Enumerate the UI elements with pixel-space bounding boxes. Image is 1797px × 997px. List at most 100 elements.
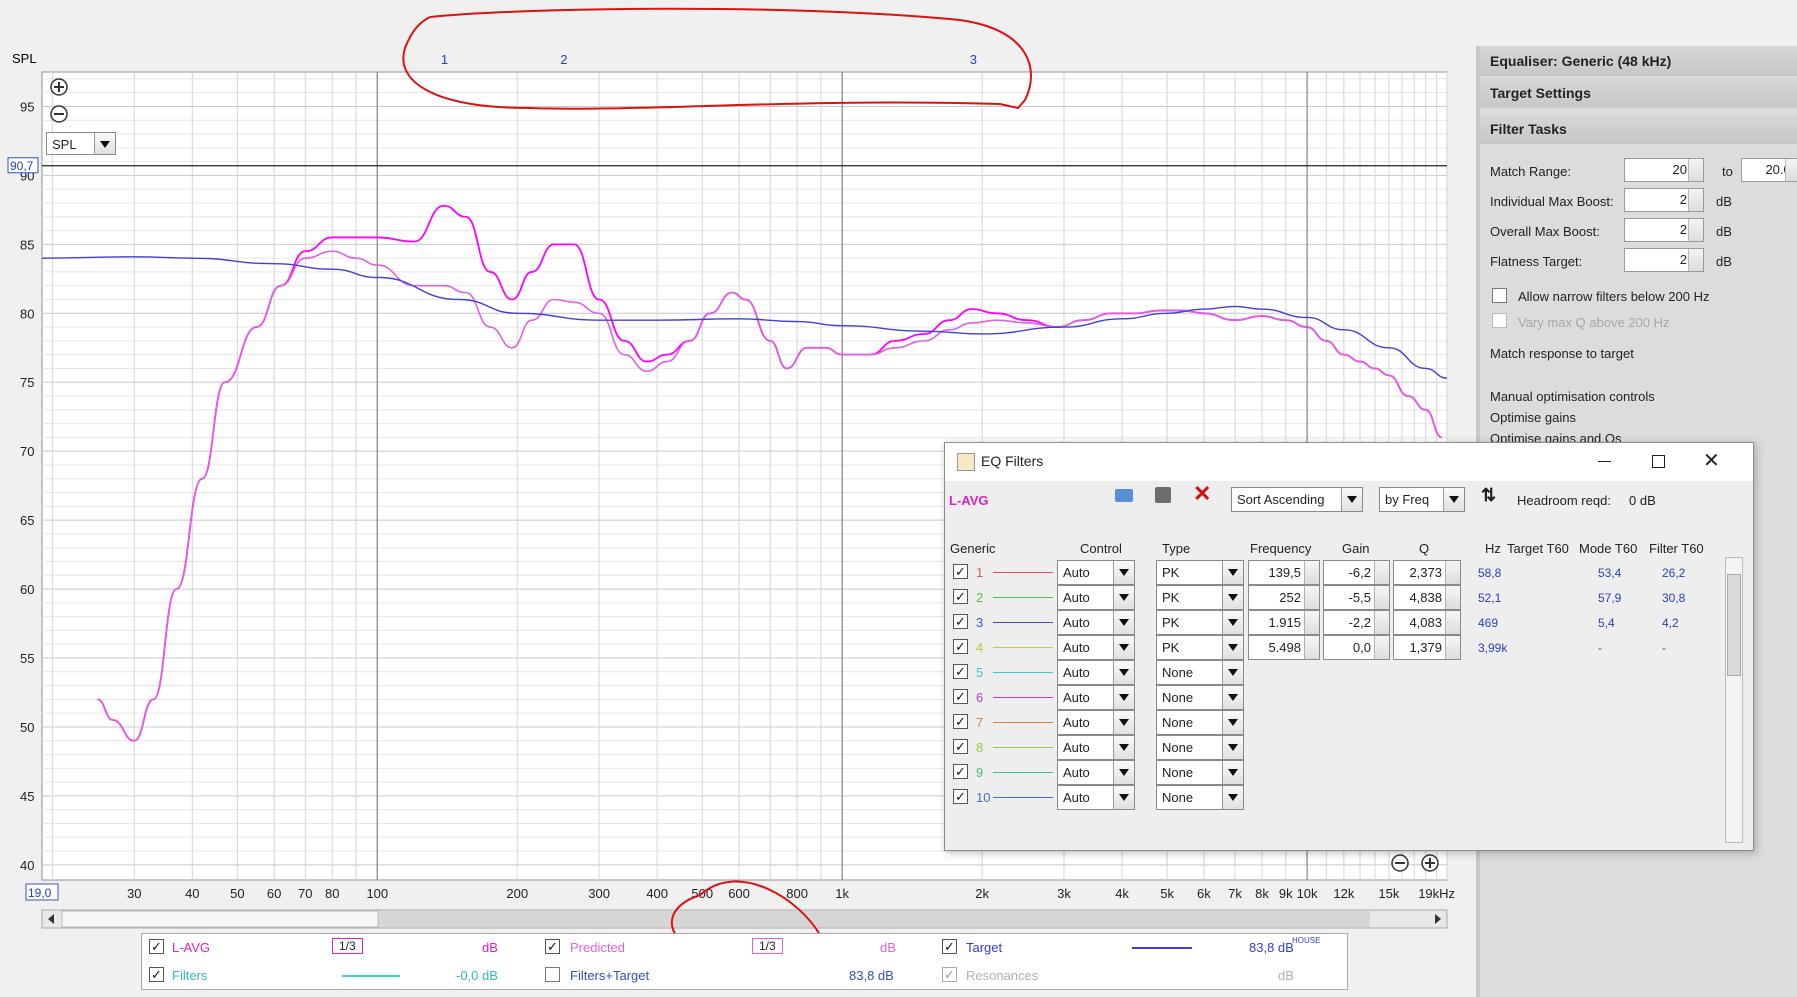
zoom-in-x-icon[interactable] — [1421, 854, 1439, 872]
sort-order-select[interactable]: Sort Ascending — [1231, 487, 1363, 512]
filter-enable-checkbox[interactable]: ✓ — [953, 689, 968, 704]
filter-gain[interactable]: -5,5 — [1323, 585, 1390, 610]
chevron-down-icon[interactable] — [1113, 561, 1134, 584]
filter-control-select[interactable]: Auto — [1057, 610, 1135, 635]
lavg-smoothing[interactable]: 1/3 — [332, 938, 363, 954]
filter-enable-checkbox[interactable]: ✓ — [953, 739, 968, 754]
filter-enable-checkbox[interactable]: ✓ — [953, 714, 968, 729]
filter-q[interactable]: 1,379 — [1393, 635, 1461, 660]
minimize-icon[interactable] — [1598, 461, 1611, 462]
chevron-down-icon[interactable] — [1113, 736, 1134, 759]
chevron-down-icon[interactable] — [1341, 488, 1362, 511]
filter-type-select[interactable]: None — [1156, 710, 1244, 735]
filter-control-select[interactable]: Auto — [1057, 660, 1135, 685]
filter-type-select[interactable]: None — [1156, 660, 1244, 685]
horizontal-scrollbar[interactable] — [41, 909, 1448, 929]
filter-type-select[interactable]: PK — [1156, 585, 1244, 610]
chevron-down-icon[interactable] — [1222, 586, 1243, 609]
vertical-scrollbar[interactable] — [1725, 557, 1743, 843]
view-select[interactable]: SPL — [46, 132, 116, 155]
filter-gain[interactable]: -2,2 — [1323, 610, 1390, 635]
chevron-down-icon[interactable] — [94, 133, 115, 154]
filter-q[interactable]: 2,373 — [1393, 560, 1461, 585]
filters-checkbox[interactable]: ✓ — [149, 967, 164, 982]
filter-control-select[interactable]: Auto — [1057, 735, 1135, 760]
filter-enable-checkbox[interactable]: ✓ — [953, 564, 968, 579]
predicted-smoothing[interactable]: 1/3 — [752, 938, 783, 954]
delete-icon[interactable]: ✕ — [1193, 481, 1211, 507]
chevron-down-icon[interactable] — [1222, 761, 1243, 784]
chevron-down-icon[interactable] — [1113, 586, 1134, 609]
filter-enable-checkbox[interactable]: ✓ — [953, 789, 968, 804]
chevron-down-icon[interactable] — [1113, 711, 1134, 734]
optimise-gains-button[interactable]: Optimise gains — [1490, 410, 1576, 425]
predicted-checkbox[interactable]: ✓ — [545, 939, 560, 954]
filter-frequency[interactable]: 139,5 — [1248, 560, 1320, 585]
filter-control-select[interactable]: Auto — [1057, 760, 1135, 785]
chevron-down-icon[interactable] — [1222, 711, 1243, 734]
chevron-down-icon[interactable] — [1113, 611, 1134, 634]
target-settings-header[interactable]: Target Settings — [1476, 78, 1797, 108]
chevron-down-icon[interactable] — [1222, 686, 1243, 709]
filter-gain[interactable]: -6,2 — [1323, 560, 1390, 585]
filter-tasks-header[interactable]: Filter Tasks — [1476, 114, 1797, 144]
filter-enable-checkbox[interactable]: ✓ — [953, 589, 968, 604]
target-checkbox[interactable]: ✓ — [942, 939, 957, 954]
zoom-in-icon[interactable] — [50, 78, 68, 96]
filter-control-select[interactable]: Auto — [1057, 785, 1135, 810]
filter-type-select[interactable]: PK — [1156, 635, 1244, 660]
filter-control-select[interactable]: Auto — [1057, 560, 1135, 585]
filter-control-select[interactable]: Auto — [1057, 710, 1135, 735]
match-response-button[interactable]: Match response to target — [1490, 346, 1634, 361]
sort-by-select[interactable]: by Freq — [1379, 487, 1465, 512]
filters-target-checkbox[interactable] — [545, 967, 560, 982]
save-icon[interactable] — [1155, 487, 1171, 503]
filter-q[interactable]: 4,838 — [1393, 585, 1461, 610]
dialog-titlebar[interactable]: EQ Filters ✕ — [945, 443, 1753, 481]
filter-control-select[interactable]: Auto — [1057, 585, 1135, 610]
chevron-down-icon[interactable] — [1443, 488, 1464, 511]
filter-enable-checkbox[interactable]: ✓ — [953, 639, 968, 654]
chevron-down-icon[interactable] — [1222, 661, 1243, 684]
match-range-from[interactable]: 20 — [1624, 158, 1704, 182]
chevron-down-icon[interactable] — [1222, 736, 1243, 759]
open-folder-icon[interactable] — [1115, 489, 1133, 502]
filter-frequency[interactable]: 1.915 — [1248, 610, 1320, 635]
filter-type-select[interactable]: None — [1156, 760, 1244, 785]
flatness-spinner[interactable]: 2 — [1624, 248, 1704, 272]
resonances-checkbox[interactable]: ✓ — [942, 967, 957, 982]
chevron-down-icon[interactable] — [1113, 636, 1134, 659]
filter-control-select[interactable]: Auto — [1057, 635, 1135, 660]
filter-gain[interactable]: 0,0 — [1323, 635, 1390, 660]
filter-enable-checkbox[interactable]: ✓ — [953, 664, 968, 679]
filter-type-select[interactable]: None — [1156, 685, 1244, 710]
vary-q-checkbox[interactable] — [1492, 313, 1507, 328]
filter-type-select[interactable]: PK — [1156, 610, 1244, 635]
maximize-icon[interactable] — [1652, 455, 1665, 468]
zoom-out-x-icon[interactable] — [1391, 854, 1409, 872]
zoom-out-icon[interactable] — [50, 105, 68, 123]
chevron-down-icon[interactable] — [1222, 636, 1243, 659]
filter-frequency[interactable]: 252 — [1248, 585, 1320, 610]
scrollbar-thumb[interactable] — [1727, 574, 1741, 676]
filter-enable-checkbox[interactable]: ✓ — [953, 764, 968, 779]
overall-boost-spinner[interactable]: 2 — [1624, 218, 1704, 242]
chevron-down-icon[interactable] — [1113, 761, 1134, 784]
chevron-down-icon[interactable] — [1222, 611, 1243, 634]
filter-type-select[interactable]: None — [1156, 735, 1244, 760]
indiv-boost-spinner[interactable]: 2 — [1624, 188, 1704, 212]
filter-frequency[interactable]: 5.498 — [1248, 635, 1320, 660]
filter-q[interactable]: 4,083 — [1393, 610, 1461, 635]
allow-narrow-checkbox[interactable] — [1492, 288, 1507, 303]
sort-toggle-icon[interactable]: ⇅ — [1481, 485, 1496, 506]
chevron-down-icon[interactable] — [1222, 786, 1243, 809]
lavg-checkbox[interactable]: ✓ — [149, 939, 164, 954]
filter-type-select[interactable]: PK — [1156, 560, 1244, 585]
match-range-to[interactable]: 20.00 — [1741, 158, 1797, 182]
chevron-down-icon[interactable] — [1113, 786, 1134, 809]
filter-control-select[interactable]: Auto — [1057, 685, 1135, 710]
close-icon[interactable]: ✕ — [1703, 448, 1720, 473]
filter-type-select[interactable]: None — [1156, 785, 1244, 810]
filter-enable-checkbox[interactable]: ✓ — [953, 614, 968, 629]
chevron-down-icon[interactable] — [1222, 561, 1243, 584]
